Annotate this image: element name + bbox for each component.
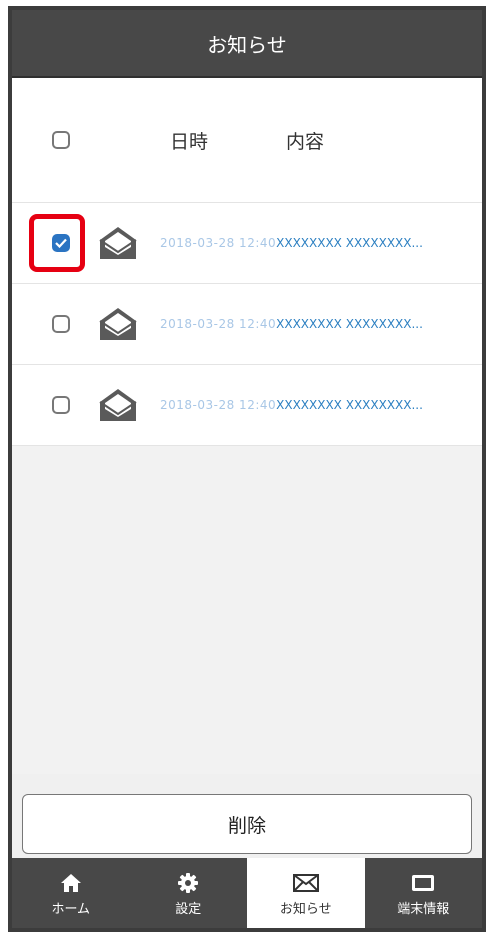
bottom-nav: ホーム 設定 お知らせ 端末情報: [12, 858, 482, 928]
row-summary[interactable]: 2018-03-28 12:40 XXXXXXXX XXXXXXXX...: [160, 317, 470, 331]
nav-label: ホーム: [51, 901, 91, 917]
column-header-date: 日時: [170, 130, 209, 153]
table-row[interactable]: 2018-03-28 12:40 XXXXXXXX XXXXXXXX...: [12, 284, 482, 365]
nav-item-device-info[interactable]: 端末情報: [365, 858, 483, 928]
table-row[interactable]: 2018-03-28 12:40 XXXXXXXX XXXXXXXX...: [12, 365, 482, 446]
nav-label: 端末情報: [397, 901, 450, 917]
nav-label: 設定: [175, 901, 202, 917]
row-summary[interactable]: 2018-03-28 12:40 XXXXXXXX XXXXXXXX...: [160, 398, 470, 412]
row-date: 2018-03-28 12:40: [160, 398, 277, 412]
page-title: お知らせ: [12, 10, 482, 78]
nav-label: お知らせ: [279, 901, 332, 917]
table-row[interactable]: 2018-03-28 12:40 XXXXXXXX XXXXXXXX...: [12, 203, 482, 284]
home-icon: [60, 870, 82, 896]
envelope-open-icon: [99, 308, 137, 340]
device-icon: [411, 870, 435, 896]
row-content: XXXXXXXX XXXXXXXX...: [276, 317, 423, 331]
nav-item-notifications[interactable]: お知らせ: [247, 858, 365, 928]
select-all-checkbox[interactable]: [52, 131, 70, 149]
row-date: 2018-03-28 12:40: [160, 236, 277, 250]
row-checkbox[interactable]: [52, 315, 70, 333]
notification-list: 日時 内容 2018-03-28 12:40 XXXXXXXX XXXXXXXX…: [12, 78, 482, 446]
row-content: XXXXXXXX XXXXXXXX...: [276, 398, 423, 412]
gear-icon: [177, 870, 199, 896]
table-header: 日時 内容: [12, 78, 482, 203]
envelope-open-icon: [99, 227, 137, 259]
row-summary[interactable]: 2018-03-28 12:40 XXXXXXXX XXXXXXXX...: [160, 236, 470, 250]
envelope-icon: [292, 870, 319, 896]
action-area: 削除: [12, 774, 482, 864]
row-checkbox[interactable]: [52, 396, 70, 414]
app-frame: お知らせ 日時 内容 2018-03-28 12:40 XXXXXXXX XXX…: [8, 6, 486, 932]
row-content: XXXXXXXX XXXXXXXX...: [276, 236, 423, 250]
nav-item-home[interactable]: ホーム: [12, 858, 130, 928]
selection-highlight: [29, 214, 85, 272]
nav-item-settings[interactable]: 設定: [130, 858, 248, 928]
envelope-open-icon: [99, 389, 137, 421]
delete-button[interactable]: 削除: [22, 794, 472, 854]
row-date: 2018-03-28 12:40: [160, 317, 277, 331]
column-header-content: 内容: [286, 130, 325, 153]
